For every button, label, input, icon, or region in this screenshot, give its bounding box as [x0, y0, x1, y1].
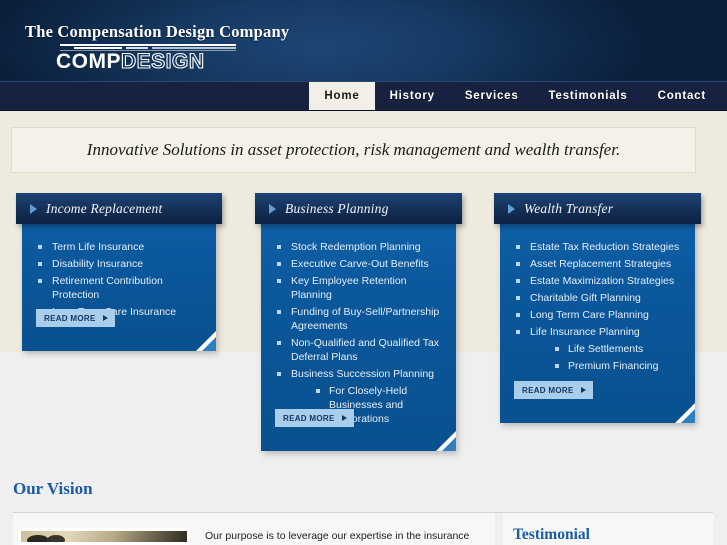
site-header: The Compensation Design Company COMPDESI… — [0, 0, 727, 82]
chevron-right-icon — [30, 203, 37, 214]
list-item: Key Employee Retention Planning — [275, 274, 444, 302]
card-header: Wealth Transfer — [494, 193, 701, 224]
main-navigation: Home History Services Testimonials Conta… — [0, 82, 727, 111]
list-item-label: Life Insurance Planning — [530, 326, 640, 338]
nav-item-testimonials[interactable]: Testimonials — [534, 82, 643, 110]
card-body: Estate Tax Reduction Strategies Asset Re… — [500, 232, 695, 376]
service-sublist: Life Settlements Premium Financing — [530, 342, 683, 373]
nav-item-history[interactable]: History — [375, 82, 450, 110]
read-more-label: READ MORE — [283, 413, 335, 423]
list-item: Term Life Insurance — [36, 240, 204, 254]
list-item: Retirement Contribution Protection — [36, 274, 204, 302]
read-more-button[interactable]: READ MORE — [36, 309, 115, 327]
our-vision-heading: Our Vision — [13, 479, 93, 498]
nav-item-contact[interactable]: Contact — [643, 82, 721, 110]
card-title: Wealth Transfer — [524, 200, 614, 216]
arrow-right-icon — [342, 415, 347, 421]
logo-text-design: DESIGN — [120, 50, 205, 73]
chevron-right-icon — [508, 203, 515, 214]
chevron-right-icon — [269, 203, 276, 214]
list-item: Executive Carve-Out Benefits — [275, 257, 444, 271]
service-card-income-replacement: Income Replacement Term Life Insurance D… — [16, 193, 222, 351]
logo-wordmark: COMPDESIGN — [56, 50, 205, 73]
list-item: Stock Redemption Planning — [275, 240, 444, 254]
card-title: Income Replacement — [46, 200, 163, 216]
logo-text-comp: COMP — [56, 50, 121, 73]
read-more-label: READ MORE — [44, 313, 96, 323]
service-card-wealth-transfer: Wealth Transfer Estate Tax Reduction Str… — [494, 193, 701, 423]
list-item: Charitable Gift Planning — [514, 291, 683, 305]
service-list: Stock Redemption Planning Executive Carv… — [275, 240, 444, 426]
card-body: Stock Redemption Planning Executive Carv… — [261, 232, 456, 429]
company-name: The Compensation Design Company — [25, 22, 290, 41]
service-list: Estate Tax Reduction Strategies Asset Re… — [514, 240, 683, 373]
card-header: Income Replacement — [16, 193, 222, 224]
nav-item-services[interactable]: Services — [450, 82, 534, 110]
list-item: Funding of Buy-Sell/Partnership Agreemen… — [275, 305, 444, 333]
company-logo[interactable]: COMPDESIGN — [56, 44, 238, 73]
tagline-text: Innovative Solutions in asset protection… — [86, 140, 621, 159]
arrow-right-icon — [103, 315, 108, 321]
card-corner-fold — [436, 431, 456, 451]
tagline-banner: Innovative Solutions in asset protection… — [11, 127, 696, 173]
nav-list: Home History Services Testimonials Conta… — [309, 82, 721, 110]
nav-item-home[interactable]: Home — [309, 82, 375, 110]
testimonial-heading: Testimonial — [513, 526, 590, 543]
read-more-button[interactable]: READ MORE — [275, 409, 354, 427]
list-item: Long Term Care Planning — [514, 308, 683, 322]
list-item: Life Insurance Planning Life Settlements… — [514, 325, 683, 373]
our-vision-body: Our purpose is to leverage our expertise… — [205, 530, 470, 542]
list-item: Asset Replacement Strategies — [514, 257, 683, 271]
card-title: Business Planning — [285, 200, 389, 216]
list-item: Disability Insurance — [36, 257, 204, 271]
list-item-label: Business Succession Planning — [291, 368, 435, 380]
list-item: Estate Tax Reduction Strategies — [514, 240, 683, 254]
card-corner-fold — [675, 403, 695, 423]
card-header: Business Planning — [255, 193, 462, 224]
service-card-business-planning: Business Planning Stock Redemption Plann… — [255, 193, 462, 451]
arrow-right-icon — [581, 387, 586, 393]
read-more-label: READ MORE — [522, 385, 574, 395]
list-item: Estate Maximization Strategies — [514, 274, 683, 288]
list-item: Non-Qualified and Qualified Tax Deferral… — [275, 336, 444, 364]
vision-photo — [18, 528, 190, 545]
service-list: Term Life Insurance Disability Insurance… — [36, 240, 204, 319]
read-more-button[interactable]: READ MORE — [514, 381, 593, 399]
sub-list-item: Life Settlements — [554, 342, 683, 356]
card-corner-fold — [196, 331, 216, 351]
page-root: The Compensation Design Company COMPDESI… — [0, 0, 727, 545]
sub-list-item: Premium Financing — [554, 359, 683, 373]
